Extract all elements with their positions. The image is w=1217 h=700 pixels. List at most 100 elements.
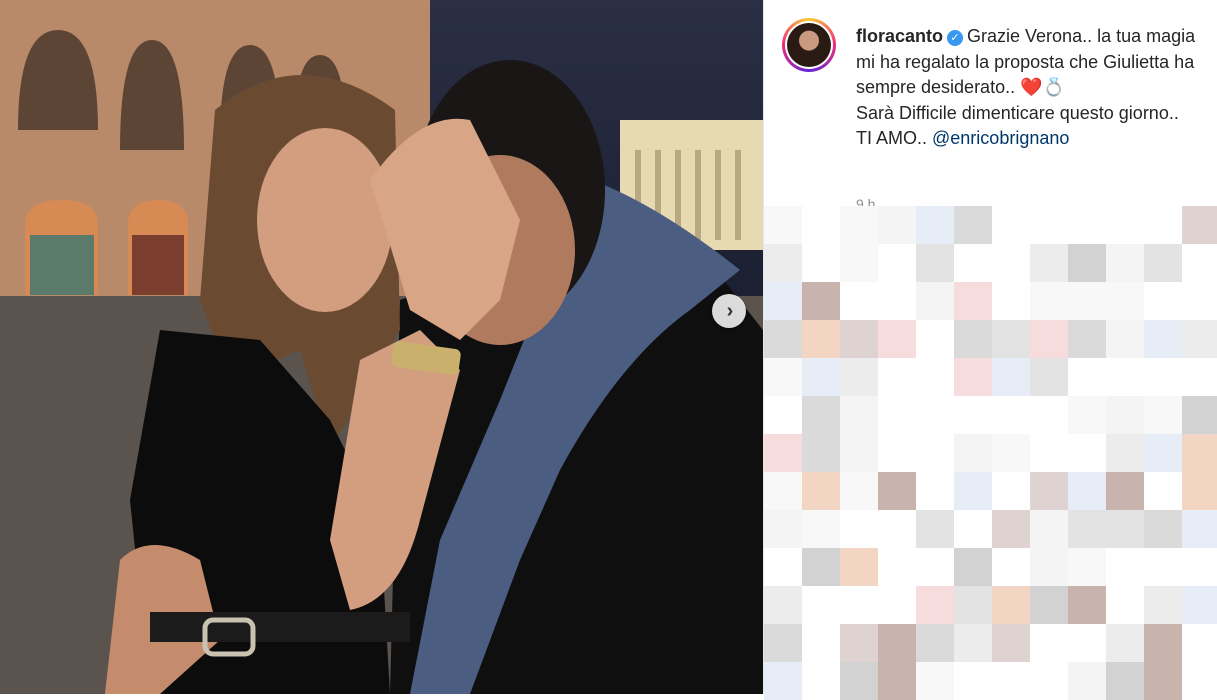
pixel-block bbox=[1068, 586, 1106, 624]
chevron-right-icon: › bbox=[726, 300, 734, 322]
pixel-block bbox=[1182, 244, 1217, 282]
pixel-block bbox=[954, 510, 992, 548]
avatar[interactable] bbox=[782, 18, 836, 72]
pixelated-comments bbox=[764, 206, 1217, 700]
pixel-block bbox=[916, 396, 954, 434]
pixel-block bbox=[878, 206, 916, 244]
pixel-block bbox=[1068, 206, 1106, 244]
pixel-block bbox=[1068, 358, 1106, 396]
pixel-block bbox=[1144, 548, 1182, 586]
pixel-block bbox=[764, 624, 802, 662]
photo-scene bbox=[0, 0, 763, 694]
pixel-block bbox=[764, 358, 802, 396]
pixel-block bbox=[878, 624, 916, 662]
pixel-block bbox=[1068, 320, 1106, 358]
pixel-block bbox=[802, 434, 840, 472]
pixel-block bbox=[992, 662, 1030, 700]
post-photo: › bbox=[0, 0, 763, 694]
pixel-block bbox=[916, 662, 954, 700]
pixel-block bbox=[1182, 320, 1217, 358]
pixel-block bbox=[1068, 510, 1106, 548]
pixel-block bbox=[1182, 624, 1217, 662]
pixel-block bbox=[954, 624, 992, 662]
pixel-block bbox=[878, 662, 916, 700]
pixel-block bbox=[1068, 548, 1106, 586]
pixel-block bbox=[992, 320, 1030, 358]
pixel-block bbox=[954, 282, 992, 320]
pixel-block bbox=[840, 472, 878, 510]
pixel-block bbox=[840, 320, 878, 358]
pixel-block bbox=[916, 624, 954, 662]
pixel-block bbox=[764, 510, 802, 548]
pixel-block bbox=[1144, 624, 1182, 662]
pixel-block bbox=[954, 662, 992, 700]
pixel-block bbox=[1144, 472, 1182, 510]
pixel-block bbox=[954, 586, 992, 624]
next-photo-button[interactable]: › bbox=[712, 294, 746, 328]
pixel-block bbox=[1106, 624, 1144, 662]
pixel-block bbox=[992, 586, 1030, 624]
pixel-block bbox=[1030, 396, 1068, 434]
pixel-block bbox=[840, 624, 878, 662]
pixel-block bbox=[1144, 244, 1182, 282]
pixel-block bbox=[840, 586, 878, 624]
pixel-block bbox=[954, 434, 992, 472]
pixel-block bbox=[1144, 206, 1182, 244]
pixel-block bbox=[764, 396, 802, 434]
username-link[interactable]: floracanto bbox=[856, 26, 943, 46]
pixel-block bbox=[878, 282, 916, 320]
pixel-block bbox=[764, 548, 802, 586]
verified-badge-icon: ✓ bbox=[947, 30, 964, 46]
pixel-block bbox=[802, 206, 840, 244]
pixel-block bbox=[840, 358, 878, 396]
pixel-block bbox=[1182, 472, 1217, 510]
pixel-block bbox=[1144, 358, 1182, 396]
woman-face bbox=[257, 128, 393, 312]
pixel-block bbox=[840, 510, 878, 548]
pixel-block bbox=[878, 510, 916, 548]
pixel-block bbox=[840, 662, 878, 700]
pixel-block bbox=[954, 244, 992, 282]
pixel-block bbox=[1182, 662, 1217, 700]
pixel-block bbox=[916, 358, 954, 396]
pixel-block bbox=[840, 548, 878, 586]
pixel-block bbox=[992, 510, 1030, 548]
pixel-block bbox=[1068, 434, 1106, 472]
belt bbox=[150, 612, 410, 642]
pixel-block bbox=[1106, 358, 1144, 396]
pixel-block bbox=[992, 206, 1030, 244]
pixel-block bbox=[1030, 624, 1068, 662]
pixel-block bbox=[1030, 510, 1068, 548]
pixel-block bbox=[992, 548, 1030, 586]
caption-text-2: Sarà Difficile dimenticare questo giorno… bbox=[856, 102, 1179, 123]
pixel-block bbox=[992, 358, 1030, 396]
pixel-block bbox=[1030, 548, 1068, 586]
pixel-block bbox=[1182, 282, 1217, 320]
pixel-block bbox=[878, 548, 916, 586]
pixel-block bbox=[954, 548, 992, 586]
pixel-block bbox=[1106, 206, 1144, 244]
pixel-block bbox=[1144, 282, 1182, 320]
pixel-block bbox=[1144, 586, 1182, 624]
pixel-block bbox=[1182, 396, 1217, 434]
pixel-block bbox=[992, 434, 1030, 472]
pixel-block bbox=[764, 282, 802, 320]
pixel-block bbox=[954, 206, 992, 244]
pixel-block bbox=[878, 244, 916, 282]
pixel-block bbox=[878, 434, 916, 472]
pixel-block bbox=[840, 244, 878, 282]
pixel-block bbox=[764, 206, 802, 244]
pixel-block bbox=[1030, 434, 1068, 472]
pixel-block bbox=[1106, 396, 1144, 434]
pixel-block bbox=[916, 472, 954, 510]
pixel-block bbox=[916, 548, 954, 586]
pixel-block bbox=[1068, 624, 1106, 662]
pixel-block bbox=[1030, 472, 1068, 510]
pixel-block bbox=[992, 396, 1030, 434]
pixel-block bbox=[878, 396, 916, 434]
pixel-block bbox=[1106, 320, 1144, 358]
pixel-block bbox=[992, 624, 1030, 662]
pixel-block bbox=[954, 396, 992, 434]
mention-link[interactable]: @enricobrignano bbox=[932, 128, 1069, 148]
pixel-block bbox=[840, 396, 878, 434]
